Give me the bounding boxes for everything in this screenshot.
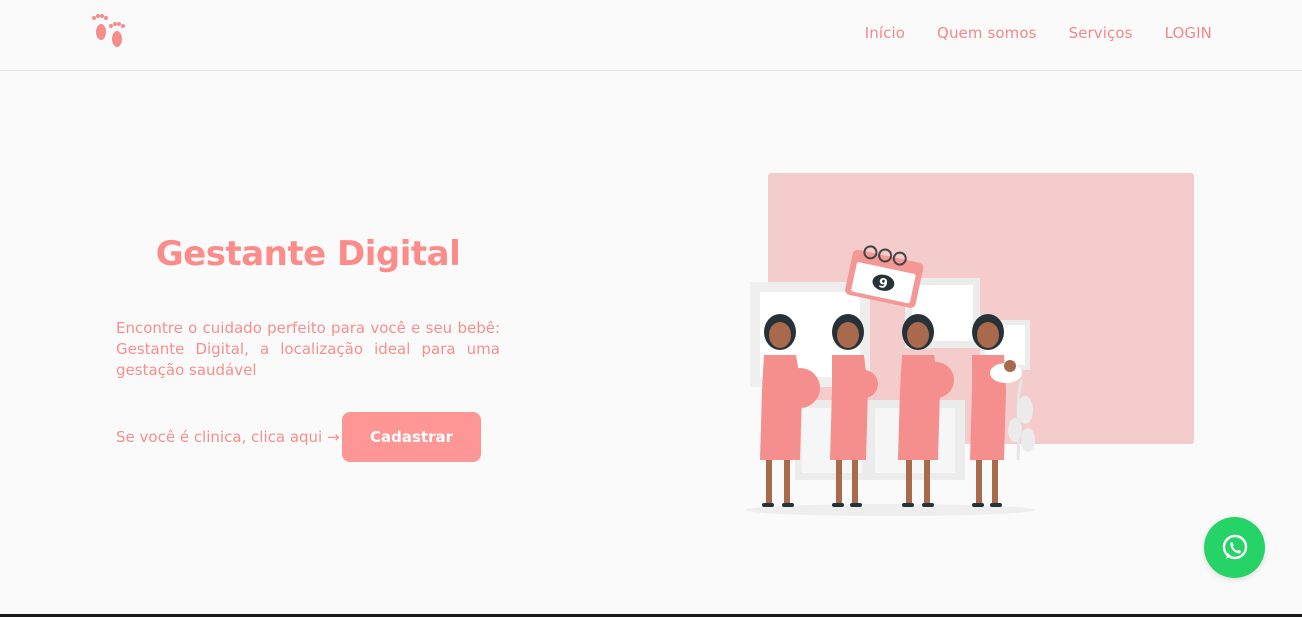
nav-login[interactable]: LOGIN (1165, 24, 1212, 42)
whatsapp-icon (1222, 534, 1247, 559)
baby-feet-icon[interactable] (90, 12, 130, 50)
page-title: Gestante Digital (155, 234, 461, 274)
whatsapp-button[interactable] (1204, 517, 1265, 578)
register-button[interactable]: Cadastrar (342, 412, 481, 462)
header: Início Quem somos Serviços LOGIN (0, 0, 1302, 71)
clinic-cta-text: Se você é clinica, clica aqui → (116, 428, 340, 446)
hero-description: Encontre o cuidado perfeito para você e … (116, 319, 500, 379)
nav-quem-somos[interactable]: Quem somos (937, 24, 1037, 42)
pregnant-women-illustration: 9 (745, 173, 1194, 516)
main-nav: Início Quem somos Serviços LOGIN (865, 24, 1212, 42)
nav-servicos[interactable]: Serviços (1069, 24, 1133, 42)
nav-inicio[interactable]: Início (865, 24, 905, 42)
